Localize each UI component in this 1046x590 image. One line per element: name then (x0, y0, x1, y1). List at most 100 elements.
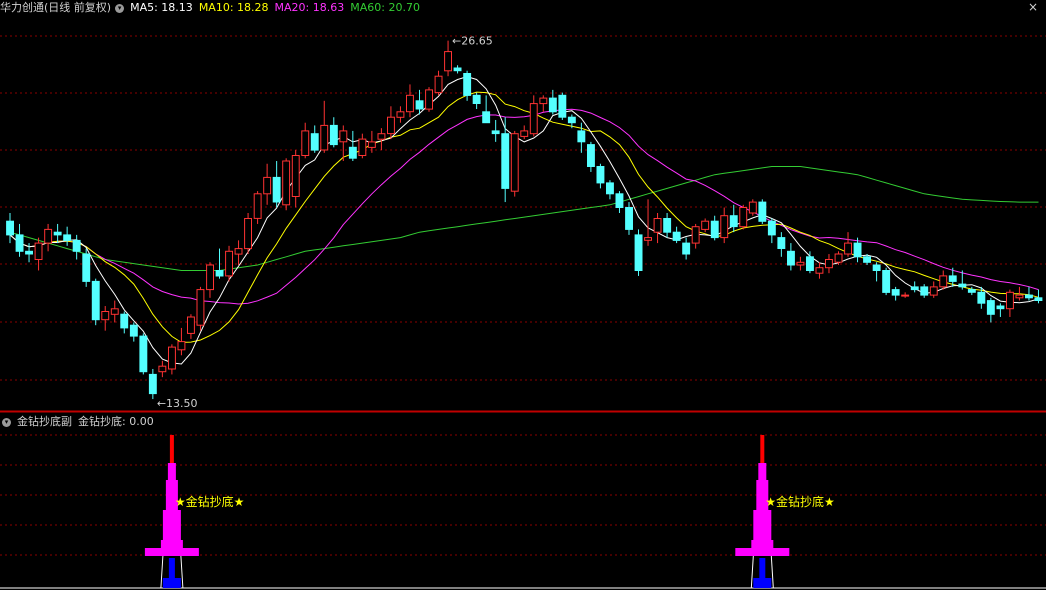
candle-body (282, 160, 291, 206)
chevron-down-icon[interactable]: ▾ (115, 3, 125, 13)
signal-line (160, 555, 164, 589)
candle-body (806, 256, 814, 271)
candle-body (625, 207, 633, 230)
signal-blue-bar (168, 558, 175, 578)
candle-body (168, 346, 176, 370)
candle-body (444, 51, 453, 72)
ma60-line (9, 166, 1039, 271)
candle-body (729, 215, 738, 228)
candle-body (901, 294, 910, 297)
low-price-label: ←13.50 (157, 397, 198, 410)
candle-body (958, 283, 967, 288)
signal-spike (169, 435, 174, 463)
signal-bar (162, 510, 181, 540)
signal-label: ★金钻抄底★ (175, 494, 245, 509)
candle-body (206, 264, 215, 291)
signal-line (770, 555, 774, 589)
candle-body (291, 155, 300, 197)
candle-body (310, 133, 319, 151)
candle-body (872, 264, 881, 271)
candle-body (91, 280, 100, 321)
candle-body (129, 324, 138, 337)
candle-body (1034, 297, 1043, 301)
candle-body (787, 250, 795, 266)
candle-body (539, 97, 548, 105)
candle-body (234, 248, 243, 255)
signal-bar (753, 510, 772, 540)
candle-body (148, 373, 157, 395)
ma5-legend: MA5: 18.13 (130, 1, 193, 14)
signal-bar (758, 463, 767, 480)
candle-body (672, 231, 681, 241)
candle-body (63, 234, 72, 241)
candle-body (882, 270, 891, 293)
candle-body (25, 250, 34, 255)
candle-body (996, 305, 1005, 310)
candle-body (463, 73, 472, 96)
kline-chart[interactable]: ←26.65 ←13.50 ★金钻抄底★ ★金钻抄底★ (0, 0, 1046, 590)
candle-body (910, 286, 919, 291)
candle-body (977, 291, 986, 304)
candle-body (482, 111, 491, 124)
candle-body (196, 289, 205, 326)
candle-body (387, 116, 395, 135)
candle-body (929, 286, 938, 296)
candle-body (682, 242, 691, 255)
candle-body (34, 242, 43, 261)
high-price-label: ←26.65 (452, 35, 493, 48)
candle-body (253, 193, 262, 219)
candle-body (948, 275, 957, 282)
signal-bar (167, 463, 176, 480)
candle-body (158, 365, 167, 373)
candle-body (510, 133, 519, 192)
signal-line (180, 555, 184, 589)
sub-panel-title: 金钻抄底副 (17, 415, 72, 428)
candle-body (587, 144, 595, 168)
candle-body (44, 228, 53, 244)
candle-body (329, 124, 338, 146)
candle-body (825, 259, 833, 269)
candle-body (615, 193, 624, 209)
candle-body (920, 286, 929, 296)
candle-body (120, 313, 129, 329)
candle-body (967, 289, 976, 293)
close-icon[interactable]: × (1028, 0, 1038, 14)
candle-body (272, 176, 281, 203)
candle-body (796, 261, 805, 266)
candle-body (1015, 294, 1024, 299)
indicator-value: 金钻抄底: 0.00 (78, 415, 154, 428)
candle-body (577, 130, 586, 143)
candle-body (777, 237, 786, 250)
candle-body (110, 308, 119, 315)
signal-line (750, 555, 754, 589)
candle-body (320, 124, 329, 151)
candle-body (187, 316, 195, 334)
candle-body (6, 220, 14, 236)
ma5-line (9, 76, 1039, 365)
signal-bar (160, 540, 183, 556)
candle-body (710, 220, 719, 239)
candle-body (139, 335, 148, 373)
candle-body (644, 237, 652, 241)
candle-body (567, 116, 576, 124)
candle-body (415, 100, 424, 110)
candle-body (348, 146, 357, 159)
candle-body (720, 215, 729, 239)
candle-body (301, 130, 310, 156)
chevron-down-icon[interactable]: ▾ (2, 417, 11, 427)
candle-body (53, 231, 62, 236)
candle-body (748, 201, 757, 214)
candle-body (1025, 294, 1033, 299)
candle-body (358, 138, 367, 157)
signal-spike (760, 435, 765, 463)
candle-body (244, 218, 253, 250)
candle-body (1006, 291, 1014, 310)
candle-body (691, 226, 700, 244)
main-panel-header: 华力创通(日线 前复权) ▾ MA5: 18.13 MA10: 18.28 MA20: … (0, 0, 426, 16)
candle-body (606, 182, 614, 195)
candle-body (853, 242, 862, 258)
candle-body (434, 75, 443, 94)
candle-body (596, 166, 605, 184)
candle-body (844, 242, 852, 255)
candle-body (101, 311, 110, 321)
